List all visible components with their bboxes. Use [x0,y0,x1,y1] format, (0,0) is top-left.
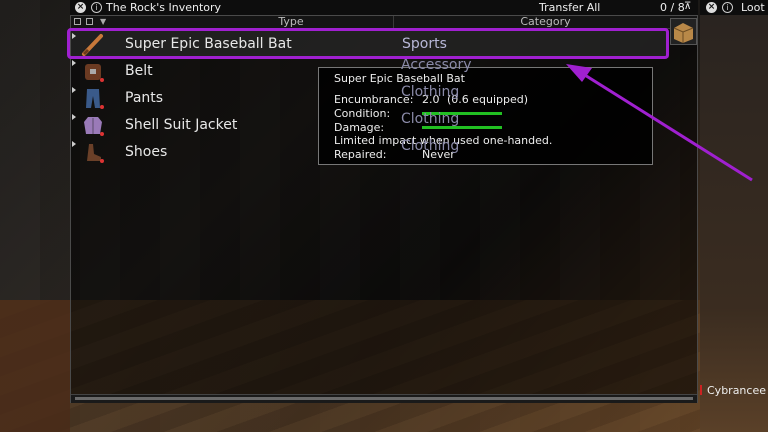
player-name: Cybrancee [707,384,766,397]
player-marker [700,385,702,395]
annotation-arrow-icon [566,64,753,182]
